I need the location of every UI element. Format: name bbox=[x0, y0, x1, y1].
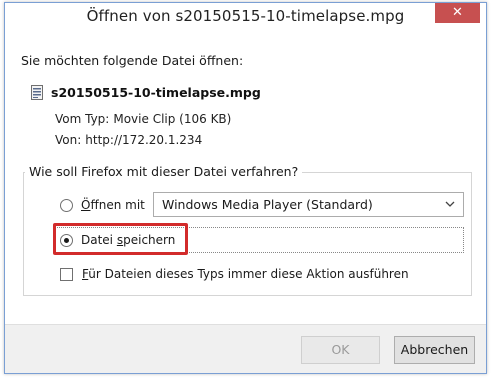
document-icon bbox=[31, 85, 43, 100]
title-bar[interactable]: Öffnen von s20150515-10-timelapse.mpg ✕ bbox=[5, 3, 486, 33]
download-dialog: Öffnen von s20150515-10-timelapse.mpg ✕ … bbox=[4, 2, 487, 374]
action-group-legend: Wie soll Firefox mit dieser Datei verfah… bbox=[25, 164, 303, 179]
dialog-body: Sie möchten folgende Datei öffnen: s2015… bbox=[5, 33, 486, 324]
open-with-label: Öffnen mit bbox=[81, 198, 145, 212]
chevron-down-icon bbox=[445, 199, 455, 209]
button-bar: OK Abbrechen bbox=[5, 324, 486, 373]
close-icon: ✕ bbox=[452, 5, 463, 20]
file-type-row: Vom Typ: Movie Clip (106 KB) bbox=[55, 112, 231, 126]
ok-button[interactable]: OK bbox=[301, 336, 380, 364]
always-do-option[interactable]: Für Dateien dieses Typs immer diese Akti… bbox=[60, 267, 409, 281]
open-with-option[interactable]: Öffnen mit bbox=[60, 198, 145, 212]
file-source-row: Von: http://172.20.1.234 bbox=[55, 133, 202, 147]
file-type-value: Movie Clip (106 KB) bbox=[113, 112, 232, 126]
dialog-title: Öffnen von s20150515-10-timelapse.mpg bbox=[86, 7, 405, 25]
highlight-box bbox=[53, 223, 188, 255]
open-question: Sie möchten folgende Datei öffnen: bbox=[21, 53, 244, 68]
application-select-value: Windows Media Player (Standard) bbox=[162, 197, 373, 212]
always-do-checkbox[interactable] bbox=[60, 267, 73, 281]
file-name: s20150515-10-timelapse.mpg bbox=[51, 85, 261, 100]
cancel-button[interactable]: Abbrechen bbox=[394, 336, 475, 364]
close-button[interactable]: ✕ bbox=[435, 3, 480, 23]
file-row: s20150515-10-timelapse.mpg bbox=[31, 85, 261, 100]
application-select[interactable]: Windows Media Player (Standard) bbox=[153, 192, 464, 217]
always-do-label: Für Dateien dieses Typs immer diese Akti… bbox=[82, 267, 409, 281]
file-source-value: http://172.20.1.234 bbox=[85, 133, 203, 147]
open-with-radio[interactable] bbox=[60, 198, 73, 212]
file-type-label: Vom Typ: bbox=[55, 112, 110, 126]
file-source-label: Von: bbox=[55, 133, 82, 147]
